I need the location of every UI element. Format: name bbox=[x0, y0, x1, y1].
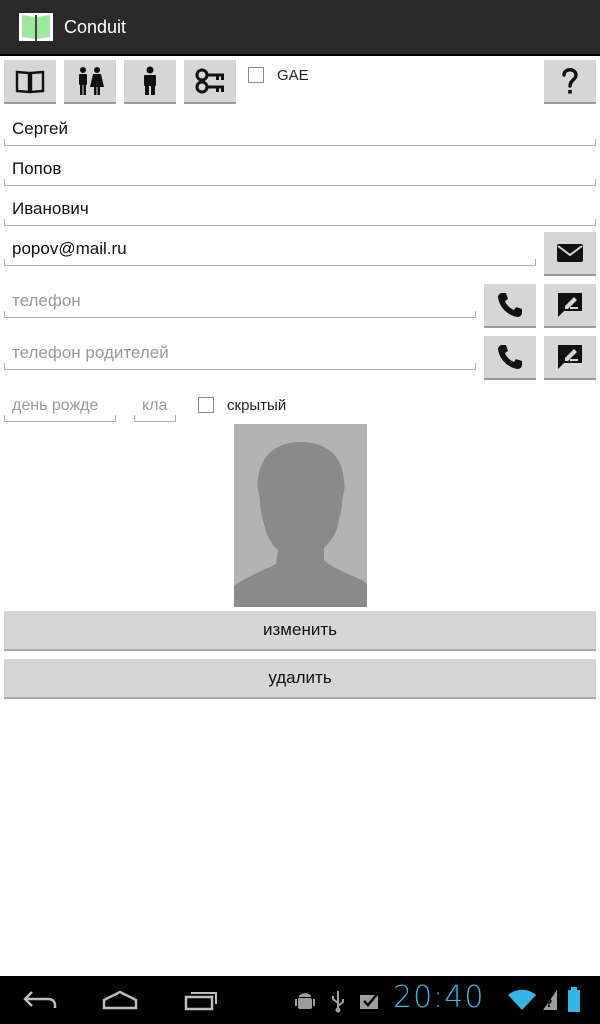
keys-button[interactable] bbox=[184, 60, 236, 104]
delete-button[interactable]: удалить bbox=[4, 659, 596, 699]
email-value: popov@mail.ru bbox=[12, 239, 127, 258]
phone-icon bbox=[498, 293, 522, 317]
help-button[interactable] bbox=[544, 60, 596, 104]
android-debug-icon bbox=[295, 993, 315, 1009]
person-icon bbox=[144, 66, 156, 95]
people-icon bbox=[79, 67, 104, 95]
system-nav-bar: 20:40 ? bbox=[0, 976, 600, 1024]
book-button[interactable] bbox=[4, 60, 56, 104]
book-icon[interactable] bbox=[18, 9, 54, 45]
parent-phone-input[interactable] bbox=[12, 343, 476, 363]
no-signal-icon: ? bbox=[543, 990, 557, 1010]
wifi-icon bbox=[508, 989, 536, 1010]
recent-apps-icon[interactable] bbox=[183, 988, 219, 1012]
birthday-input[interactable] bbox=[12, 397, 116, 415]
gae-checkbox[interactable] bbox=[248, 67, 264, 83]
patronymic-field[interactable]: Иванович bbox=[4, 190, 596, 226]
gae-label: GAE bbox=[277, 67, 309, 84]
people-button[interactable] bbox=[64, 60, 116, 104]
back-icon[interactable] bbox=[22, 988, 58, 1012]
home-icon[interactable] bbox=[100, 988, 140, 1012]
call-parent-button[interactable] bbox=[484, 336, 536, 380]
sms-parent-button[interactable] bbox=[544, 336, 596, 380]
patronymic-value: Иванович bbox=[12, 199, 89, 218]
birthday-field[interactable] bbox=[4, 386, 116, 422]
sms-phone-button[interactable] bbox=[544, 284, 596, 328]
action-bar: Conduit bbox=[0, 0, 600, 56]
send-email-button[interactable] bbox=[544, 232, 596, 276]
class-input[interactable] bbox=[142, 397, 176, 415]
phone-field[interactable] bbox=[4, 282, 476, 318]
hidden-label: скрытый bbox=[227, 397, 287, 414]
phone-input[interactable] bbox=[12, 291, 476, 311]
last-name-value: Попов bbox=[12, 159, 62, 178]
hidden-checkbox[interactable] bbox=[198, 397, 214, 413]
help-icon bbox=[562, 68, 578, 94]
usb-icon bbox=[332, 991, 344, 1013]
person-button[interactable] bbox=[124, 60, 176, 104]
battery-icon bbox=[568, 987, 580, 1012]
class-field[interactable] bbox=[134, 386, 176, 422]
mail-icon bbox=[557, 244, 583, 262]
photo-placeholder[interactable] bbox=[234, 424, 367, 607]
call-phone-button[interactable] bbox=[484, 284, 536, 328]
first-name-value: Сергей bbox=[12, 119, 68, 138]
avatar-silhouette-icon bbox=[234, 442, 367, 607]
email-field[interactable]: popov@mail.ru bbox=[4, 230, 536, 266]
sms-edit-icon bbox=[558, 345, 582, 369]
phone-icon bbox=[498, 345, 522, 369]
sms-edit-icon bbox=[558, 293, 582, 317]
app-title: Conduit bbox=[64, 16, 127, 37]
keys-icon bbox=[195, 68, 224, 94]
parent-phone-field[interactable] bbox=[4, 334, 476, 370]
last-name-field[interactable]: Попов bbox=[4, 150, 596, 186]
download-done-icon bbox=[360, 992, 379, 1009]
book-icon bbox=[15, 70, 45, 94]
svg-text:?: ? bbox=[546, 997, 552, 1010]
edit-button[interactable]: изменить bbox=[4, 611, 596, 651]
first-name-field[interactable]: Сергей bbox=[4, 110, 596, 146]
clock: 20:40 bbox=[393, 980, 485, 1015]
